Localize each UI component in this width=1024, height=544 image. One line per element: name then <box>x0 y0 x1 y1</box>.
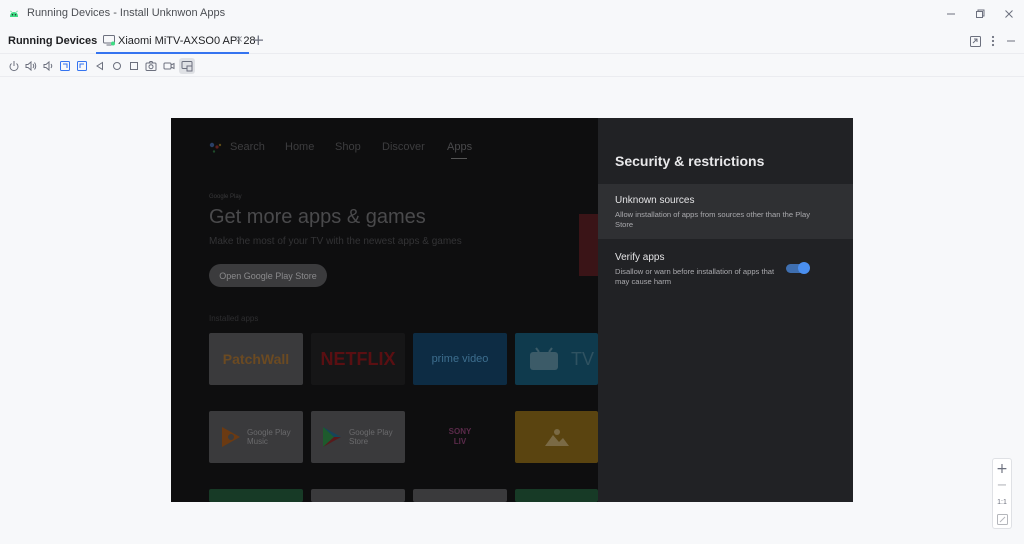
device-toolbar <box>0 55 1024 77</box>
tv-launcher: Search Home Shop Discover Apps Google Pl… <box>171 118 598 502</box>
tv-device-icon <box>103 35 115 46</box>
device-window-icon[interactable] <box>967 33 983 49</box>
settings-heading: Security & restrictions <box>615 153 765 169</box>
tv-nav-home[interactable]: Home <box>285 141 314 153</box>
panel-title: Running Devices <box>8 35 98 47</box>
android-icon <box>10 10 18 17</box>
installed-apps-label: Installed apps <box>209 314 259 323</box>
home-icon[interactable] <box>109 58 125 74</box>
tv-nav-apps[interactable]: Apps <box>447 141 472 153</box>
tab-close-icon[interactable]: × <box>235 34 243 45</box>
app-tile-netflix[interactable]: NETFLIX <box>311 333 405 385</box>
app-tile-patchwall[interactable]: PatchWall <box>209 333 303 385</box>
tab-bar: Running Devices Xiaomi MiTV-AXSO0 API 28… <box>0 28 1024 54</box>
tv-headline: Get more apps & games <box>209 206 426 228</box>
screen-record-icon[interactable] <box>161 58 177 74</box>
app-tile-google-play-music[interactable]: Google Play Music <box>209 411 303 463</box>
zoom-in-button[interactable]: + <box>993 461 1011 477</box>
window-title: Running Devices - Install Unknwon Apps <box>27 7 226 19</box>
device-mirror-icon[interactable] <box>179 58 195 74</box>
fit-screen-icon[interactable] <box>993 511 1011 527</box>
app-tile-row3-1[interactable] <box>209 489 303 502</box>
screenshot-icon[interactable] <box>143 58 159 74</box>
tv-subtitle: Make the most of your TV with the newest… <box>209 236 462 247</box>
close-icon[interactable] <box>1001 6 1017 22</box>
volume-up-icon[interactable] <box>23 58 39 74</box>
tab-device[interactable]: Xiaomi MiTV-AXSO0 API 28 × <box>96 28 256 54</box>
tv-app-icon <box>530 347 558 370</box>
rotate-right-icon[interactable] <box>74 58 90 74</box>
app-tile-row3-4[interactable] <box>515 489 598 502</box>
option-title: Unknown sources <box>615 195 695 206</box>
option-unknown-sources[interactable]: Unknown sources Allow installation of ap… <box>598 184 853 239</box>
device-screen[interactable]: Search Home Shop Discover Apps Google Pl… <box>171 118 853 502</box>
verify-apps-toggle[interactable] <box>786 262 810 274</box>
tv-nav-shop[interactable]: Shop <box>335 141 361 153</box>
zoom-out-button[interactable]: − <box>993 477 1011 493</box>
option-verify-apps[interactable]: Verify apps Disallow or warn before inst… <box>598 242 853 292</box>
security-settings-panel: Security & restrictions Unknown sources … <box>598 118 853 502</box>
add-tab-icon[interactable]: + <box>252 31 265 49</box>
restore-icon[interactable] <box>972 6 988 22</box>
minimize-icon[interactable] <box>943 6 959 22</box>
app-tile-google-play-store[interactable]: Google Play Store <box>311 411 405 463</box>
overview-icon[interactable] <box>126 58 142 74</box>
title-bar: Running Devices - Install Unknwon Apps <box>0 0 1024 28</box>
tv-nav-search[interactable]: Search <box>230 141 265 153</box>
zoom-controls: + − 1:1 <box>992 458 1012 529</box>
power-icon[interactable] <box>6 58 22 74</box>
option-description: Disallow or warn before installation of … <box>615 267 775 286</box>
google-play-badge: Google Play <box>209 194 242 200</box>
rotate-left-icon[interactable] <box>57 58 73 74</box>
open-play-store-button[interactable]: Open Google Play Store <box>209 264 327 287</box>
app-tile-row3-2[interactable] <box>311 489 405 502</box>
banner-decoration <box>579 214 598 276</box>
back-icon[interactable] <box>92 58 108 74</box>
tv-nav-discover[interactable]: Discover <box>382 141 425 153</box>
active-nav-indicator <box>451 158 467 159</box>
option-description: Allow installation of apps from sources … <box>615 210 811 229</box>
option-title: Verify apps <box>615 252 665 263</box>
app-tile-row3-3[interactable] <box>413 489 507 502</box>
play-music-icon <box>222 427 240 447</box>
more-options-icon[interactable] <box>985 33 1001 49</box>
play-store-icon <box>323 427 341 447</box>
volume-down-icon[interactable] <box>40 58 56 74</box>
google-assistant-icon <box>209 142 222 153</box>
image-placeholder-icon <box>544 429 569 446</box>
actual-size-button[interactable]: 1:1 <box>993 495 1011 509</box>
app-tile-prime-video[interactable]: prime video <box>413 333 507 385</box>
toggle-knob <box>798 262 810 274</box>
app-tile-gallery[interactable] <box>515 411 598 463</box>
hide-panel-icon[interactable] <box>1003 33 1019 49</box>
app-tile-tv[interactable]: TV <box>515 333 598 385</box>
app-tile-sony-liv[interactable]: SONY LIV <box>413 411 507 463</box>
